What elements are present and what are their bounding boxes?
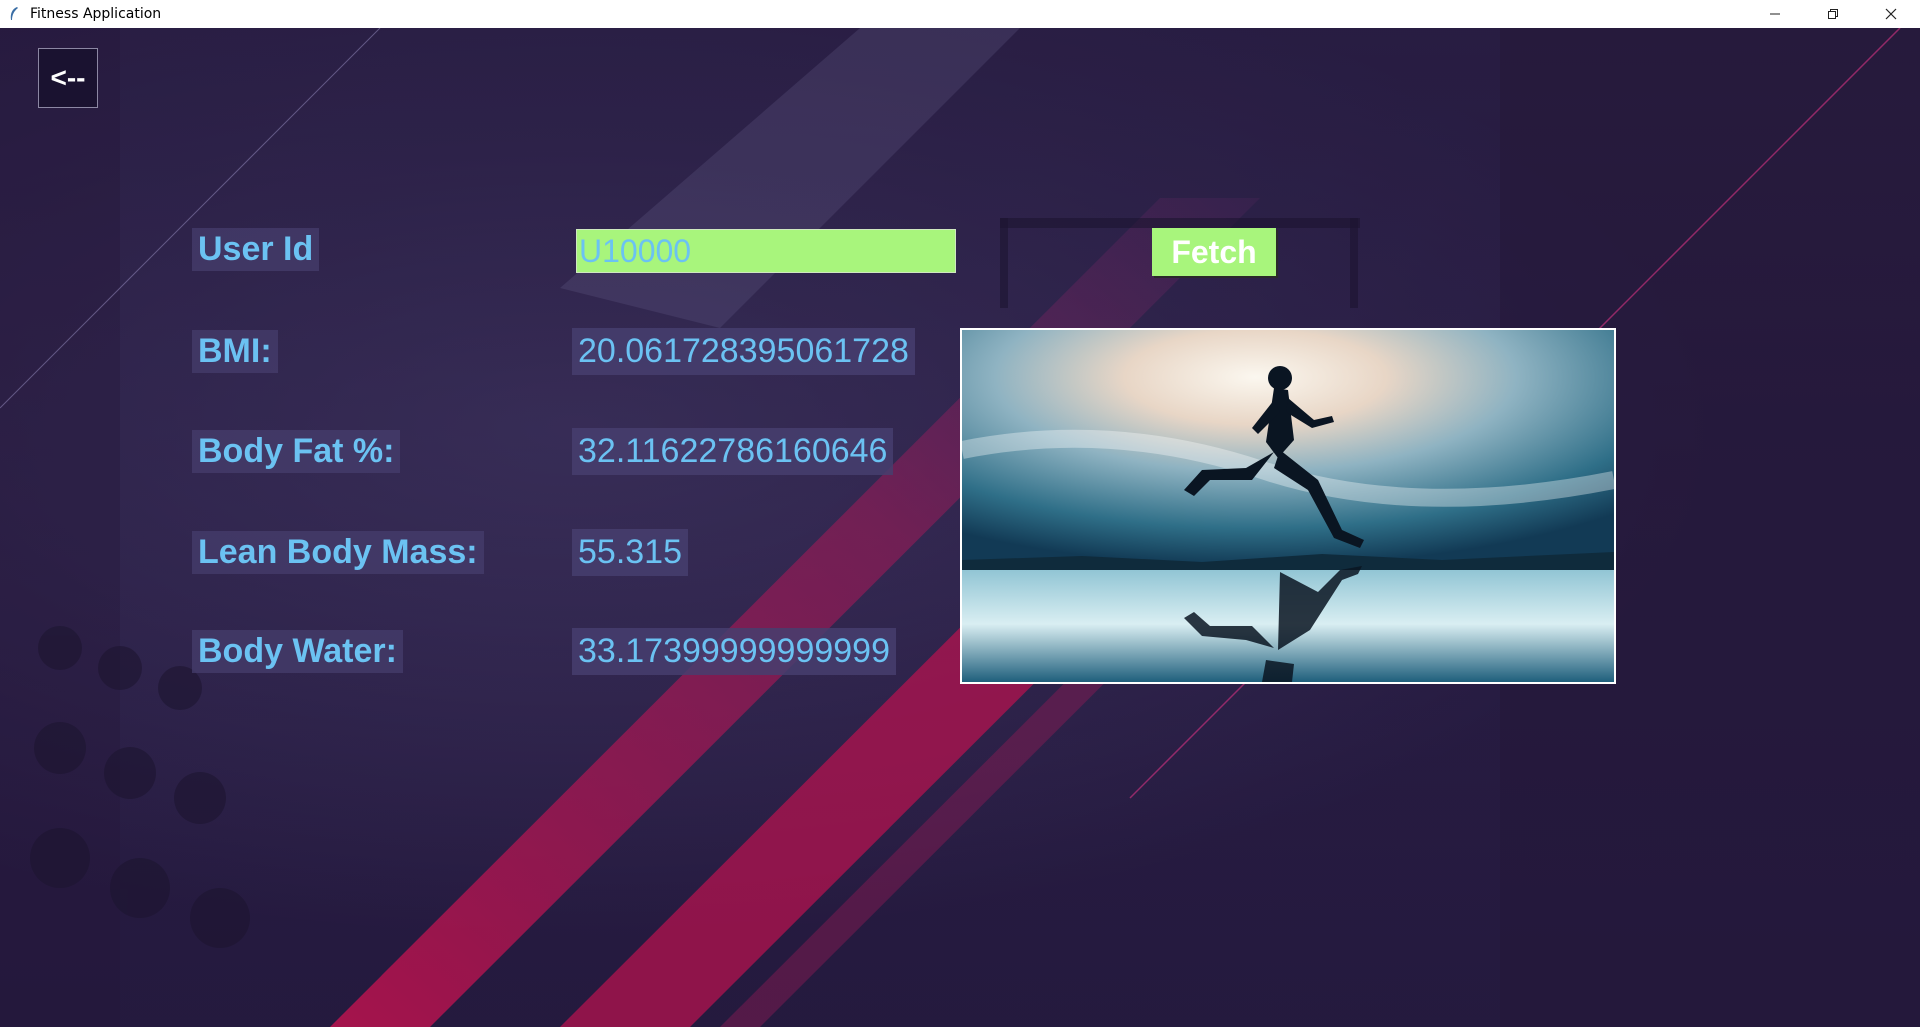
fetch-button[interactable]: Fetch: [1152, 228, 1276, 276]
user-id-label: User Id: [192, 228, 320, 271]
bmi-value: 20.061728395061728: [572, 328, 915, 375]
close-button[interactable]: [1862, 0, 1920, 28]
lean-body-mass-label: Lean Body Mass:: [192, 531, 484, 574]
window-title-bar: Fitness Application: [0, 0, 1920, 29]
runner-image: [960, 328, 1616, 684]
restore-button[interactable]: [1804, 0, 1862, 28]
user-id-input[interactable]: [576, 229, 956, 273]
body-fat-value: 32.11622786160646: [572, 428, 894, 475]
minimize-button[interactable]: [1746, 0, 1804, 28]
lean-body-mass-value: 55.315: [572, 529, 688, 576]
body-water-label: Body Water:: [192, 630, 403, 673]
body-fat-label: Body Fat %:: [192, 430, 401, 473]
runner-silhouette-icon: [962, 330, 1614, 682]
minimize-icon: [1770, 13, 1780, 15]
back-button[interactable]: <--: [38, 48, 98, 108]
close-icon: [1885, 8, 1897, 20]
feather-icon: [6, 6, 22, 22]
body-water-value: 33.17399999999999: [572, 628, 896, 675]
main-canvas: <-- User Id Fetch BMI: 20.06172839506172…: [0, 28, 1920, 1027]
window-title: Fitness Application: [30, 6, 162, 22]
bmi-label: BMI:: [192, 330, 278, 373]
restore-icon: [1828, 9, 1838, 19]
